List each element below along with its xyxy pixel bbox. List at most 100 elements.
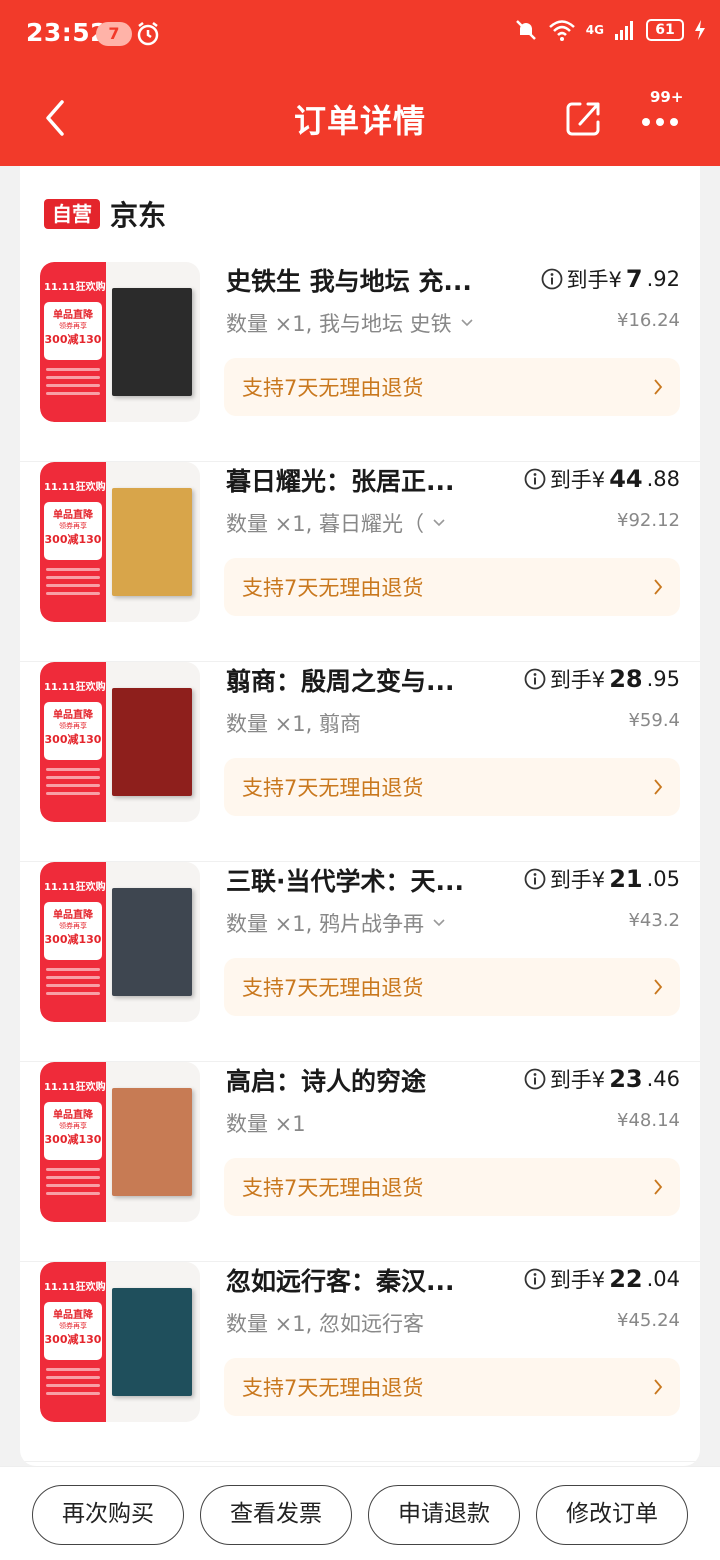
wifi-icon bbox=[548, 20, 575, 41]
store-header[interactable]: 自营 京东 bbox=[44, 194, 166, 234]
promo-line2: 领券再享 bbox=[59, 922, 87, 930]
share-icon[interactable] bbox=[564, 98, 604, 138]
status-bar: 23:52 7 4G 61 bbox=[0, 0, 720, 70]
buy-again-button[interactable]: 再次购买 bbox=[32, 1485, 184, 1545]
product-title[interactable]: 翦商：殷周之变与... bbox=[226, 662, 516, 698]
promo-line3: 300减130 bbox=[44, 333, 102, 346]
final-price[interactable]: 到手¥ 7.92 bbox=[541, 264, 680, 294]
product-thumbnail[interactable]: 11.11狂欢购 单品直降 领券再享 300减130 bbox=[40, 862, 200, 1022]
book-cover bbox=[112, 288, 192, 396]
final-price[interactable]: 到手¥ 22.04 bbox=[524, 1264, 680, 1294]
order-item[interactable]: 11.11狂欢购 单品直降 领券再享 300减130 忽如远行客：秦汉... 到手¥ 22.… bbox=[20, 1262, 700, 1462]
info-icon[interactable] bbox=[524, 868, 546, 890]
chevron-right-icon bbox=[654, 979, 663, 995]
return-policy-text: 支持7天无理由退货 bbox=[242, 576, 424, 600]
promo-banner: 11.11狂欢购 单品直降 领券再享 300减130 bbox=[40, 262, 106, 422]
quantity-spec[interactable]: 数量 ×1, 翦商 bbox=[226, 708, 361, 738]
return-policy-bar[interactable]: 支持7天无理由退货 bbox=[224, 558, 680, 616]
price-integer: 23 bbox=[609, 1065, 643, 1093]
quantity-spec[interactable]: 数量 ×1 bbox=[226, 1108, 306, 1138]
return-policy-bar[interactable]: 支持7天无理由退货 bbox=[224, 1158, 680, 1216]
order-item[interactable]: 11.11狂欢购 单品直降 领券再享 300减130 史铁生 我与地坛 充... 到手¥ 7… bbox=[20, 262, 700, 462]
price-integer: 21 bbox=[609, 865, 643, 893]
price-label: 到手¥ bbox=[566, 268, 622, 292]
product-thumbnail[interactable]: 11.11狂欢购 单品直降 领券再享 300减130 bbox=[40, 262, 200, 422]
price-integer: 44 bbox=[609, 465, 643, 493]
price-integer: 22 bbox=[609, 1265, 643, 1293]
info-icon[interactable] bbox=[524, 668, 546, 690]
order-item[interactable]: 11.11狂欢购 单品直降 领券再享 300减130 翦商：殷周之变与... 到手¥ 28.… bbox=[20, 662, 700, 862]
promo-title: 11.11狂欢购 bbox=[44, 282, 106, 293]
chevron-down-icon[interactable] bbox=[432, 918, 446, 928]
order-item[interactable]: 11.11狂欢购 单品直降 领券再享 300减130 高启：诗人的穷途 到手¥ 23.46 数… bbox=[20, 1062, 700, 1262]
signal-icon bbox=[615, 21, 633, 40]
book-cover bbox=[112, 888, 192, 996]
info-icon[interactable] bbox=[524, 1068, 546, 1090]
order-item[interactable]: 11.11狂欢购 单品直降 领券再享 300减130 三联·当代学术：天... 到手¥ 21… bbox=[20, 862, 700, 1062]
final-price[interactable]: 到手¥ 28.95 bbox=[524, 664, 680, 694]
promo-line3: 300减130 bbox=[44, 1133, 102, 1146]
return-policy-text: 支持7天无理由退货 bbox=[242, 976, 424, 1000]
return-policy-bar[interactable]: 支持7天无理由退货 bbox=[224, 1358, 680, 1416]
quantity-text: 数量 ×1, 忽如远行客 bbox=[226, 1312, 424, 1336]
price-decimal: .92 bbox=[646, 267, 680, 291]
price-decimal: .88 bbox=[646, 467, 680, 491]
notification-count-badge: 7 bbox=[96, 22, 132, 46]
promo-fineprint bbox=[46, 968, 100, 1000]
product-title[interactable]: 史铁生 我与地坛 充... bbox=[226, 262, 516, 298]
request-refund-button[interactable]: 申请退款 bbox=[368, 1485, 520, 1545]
product-thumbnail[interactable]: 11.11狂欢购 单品直降 领券再享 300减130 bbox=[40, 462, 200, 622]
chevron-down-icon[interactable] bbox=[432, 518, 446, 528]
order-item[interactable]: 11.11狂欢购 单品直降 领券再享 300减130 暮日耀光：张居正... 到手¥ 44.… bbox=[20, 462, 700, 662]
promo-banner: 11.11狂欢购 单品直降 领券再享 300减130 bbox=[40, 1062, 106, 1222]
product-title[interactable]: 高启：诗人的穷途 bbox=[226, 1062, 516, 1098]
page-title: 订单详情 bbox=[293, 102, 426, 140]
price-label: 到手¥ bbox=[549, 1268, 606, 1292]
quantity-spec[interactable]: 数量 ×1, 我与地坛 史铁 bbox=[226, 308, 474, 338]
promo-line1: 单品直降 bbox=[53, 510, 93, 521]
promo-line1: 单品直降 bbox=[53, 310, 93, 321]
chevron-right-icon bbox=[654, 379, 663, 395]
info-icon[interactable] bbox=[524, 468, 546, 490]
promo-title: 11.11狂欢购 bbox=[44, 682, 106, 693]
product-thumbnail[interactable]: 11.11狂欢购 单品直降 领券再享 300减130 bbox=[40, 1262, 200, 1422]
product-title[interactable]: 三联·当代学术：天... bbox=[226, 862, 516, 898]
price-label: 到手¥ bbox=[549, 468, 606, 492]
quantity-spec[interactable]: 数量 ×1, 忽如远行客 bbox=[226, 1308, 424, 1338]
view-invoice-button[interactable]: 查看发票 bbox=[200, 1485, 352, 1545]
info-icon[interactable] bbox=[541, 268, 563, 290]
price-decimal: .04 bbox=[646, 1267, 680, 1291]
more-badge: 99+ bbox=[650, 88, 684, 106]
quantity-text: 数量 ×1, 翦商 bbox=[226, 712, 361, 736]
promo-line2: 领券再享 bbox=[59, 1322, 87, 1330]
promo-line2: 领券再享 bbox=[59, 722, 87, 730]
price-label: 到手¥ bbox=[549, 1068, 606, 1092]
book-cover bbox=[112, 1288, 192, 1396]
product-title[interactable]: 忽如远行客：秦汉... bbox=[226, 1262, 516, 1298]
final-price[interactable]: 到手¥ 44.88 bbox=[524, 464, 680, 494]
quantity-text: 数量 ×1, 鸦片战争再 bbox=[226, 912, 424, 936]
promo-line1: 单品直降 bbox=[53, 1110, 93, 1121]
quantity-spec[interactable]: 数量 ×1, 鸦片战争再 bbox=[226, 908, 446, 938]
modify-order-button[interactable]: 修改订单 bbox=[536, 1485, 688, 1545]
final-price[interactable]: 到手¥ 23.46 bbox=[524, 1064, 680, 1094]
quantity-spec[interactable]: 数量 ×1, 暮日耀光（ bbox=[226, 508, 446, 538]
product-title[interactable]: 暮日耀光：张居正... bbox=[226, 462, 516, 498]
product-thumbnail[interactable]: 11.11狂欢购 单品直降 领券再享 300减130 bbox=[40, 1062, 200, 1222]
promo-fineprint bbox=[46, 1368, 100, 1400]
price-decimal: .95 bbox=[646, 667, 680, 691]
chevron-down-icon[interactable] bbox=[460, 318, 474, 328]
network-type: 4G bbox=[585, 23, 604, 37]
return-policy-bar[interactable]: 支持7天无理由退货 bbox=[224, 958, 680, 1016]
product-thumbnail[interactable]: 11.11狂欢购 单品直降 领券再享 300减130 bbox=[40, 662, 200, 822]
promo-banner: 11.11狂欢购 单品直降 领券再享 300减130 bbox=[40, 862, 106, 1022]
final-price[interactable]: 到手¥ 21.05 bbox=[524, 864, 680, 894]
info-icon[interactable] bbox=[524, 1268, 546, 1290]
promo-title: 11.11狂欢购 bbox=[44, 1282, 106, 1293]
promo-fineprint bbox=[46, 368, 100, 400]
return-policy-bar[interactable]: 支持7天无理由退货 bbox=[224, 758, 680, 816]
quantity-text: 数量 ×1, 暮日耀光（ bbox=[226, 512, 424, 536]
promo-box: 单品直降 领券再享 300减130 bbox=[44, 902, 102, 960]
promo-line1: 单品直降 bbox=[53, 910, 93, 921]
return-policy-bar[interactable]: 支持7天无理由退货 bbox=[224, 358, 680, 416]
